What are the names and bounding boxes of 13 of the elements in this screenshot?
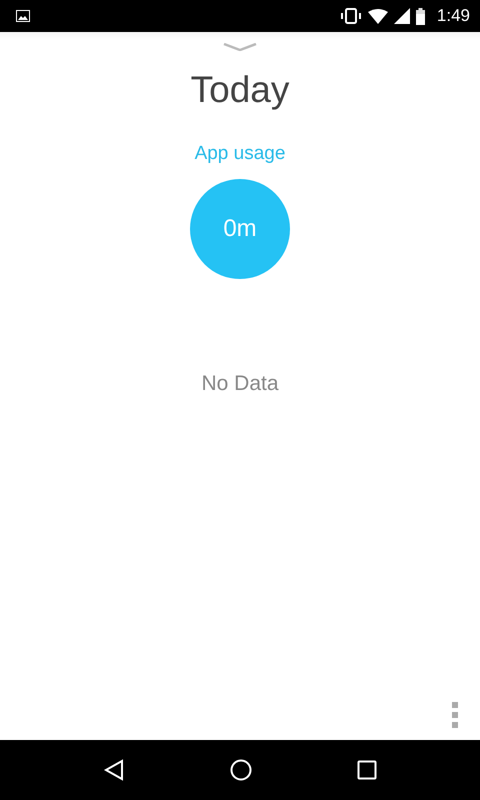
home-icon[interactable] [230, 759, 252, 781]
vibrate-icon [340, 8, 362, 24]
usage-circle: 0m [190, 179, 290, 279]
image-icon [16, 10, 30, 22]
usage-label: App usage [194, 143, 286, 165]
back-icon[interactable] [102, 759, 125, 781]
page-title: Today [190, 69, 290, 111]
empty-message: No Data [201, 372, 279, 396]
clock-time: 1:49 [436, 6, 470, 26]
signal-icon [394, 8, 410, 24]
wifi-icon [368, 8, 388, 24]
battery-icon [416, 8, 425, 24]
recents-icon[interactable] [357, 760, 378, 780]
